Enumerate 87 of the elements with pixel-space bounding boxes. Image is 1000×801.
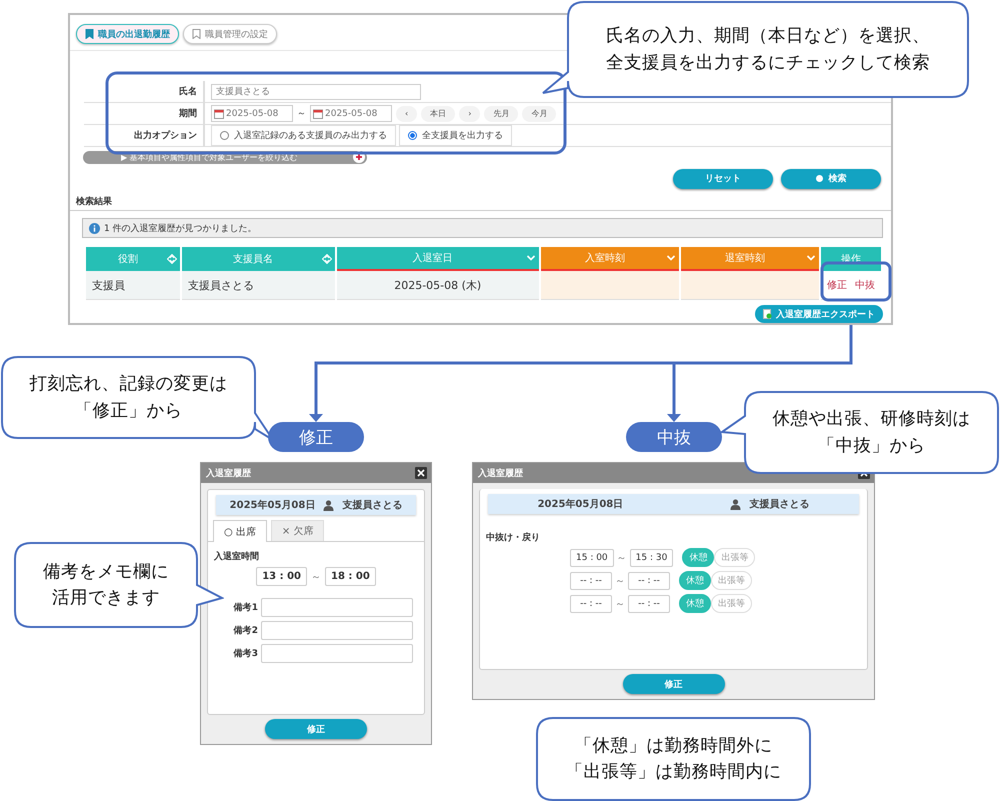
time-field[interactable]: 18 : 00 bbox=[325, 567, 376, 586]
type-toggle[interactable]: 出張等 bbox=[714, 548, 756, 567]
table-cell: 2025-05-08 (木) bbox=[336, 271, 539, 300]
close-icon[interactable] bbox=[415, 467, 427, 479]
time-field[interactable]: -- : -- bbox=[570, 572, 612, 590]
info-icon bbox=[89, 222, 100, 234]
export-button[interactable]: 入退室履歴エクスポート bbox=[755, 305, 883, 323]
form-label: 出力オプション bbox=[84, 125, 205, 146]
range-separator: ～ bbox=[615, 574, 625, 588]
chevron-down-icon bbox=[806, 254, 816, 262]
callout-text: 備考をメモ欄に 活用できます bbox=[43, 560, 169, 610]
tab[interactable]: 職員の出退勤履歴 bbox=[76, 24, 179, 44]
memo-field[interactable] bbox=[261, 621, 413, 640]
search-button[interactable]: 検索 bbox=[781, 168, 881, 189]
radio-button[interactable] bbox=[408, 131, 417, 140]
person-icon bbox=[323, 500, 334, 510]
callout-text: 「休憩」は勤務時間外に 「出張等」は勤務時間内に bbox=[566, 734, 782, 784]
user-name: 支援員さとる bbox=[749, 498, 810, 511]
callout-text: 打刻忘れ、記録の変更は 「修正」から bbox=[30, 373, 228, 422]
user-name: 支援員さとる bbox=[342, 498, 402, 512]
memo-field[interactable] bbox=[261, 598, 413, 617]
period-button[interactable]: ‹ bbox=[396, 106, 418, 122]
bookmark-icon bbox=[85, 29, 94, 39]
chevron-down-icon bbox=[666, 254, 676, 262]
tab[interactable]: × 欠席 bbox=[270, 520, 324, 541]
save-button[interactable]: 修正 bbox=[622, 674, 724, 694]
highlight-frame bbox=[820, 262, 892, 302]
callout-text: 氏名の入力、期間（本日など）を選択、 全支援員を出力するにチェックして検索 bbox=[606, 25, 930, 74]
form-label: 期間 bbox=[84, 103, 205, 124]
name-field[interactable]: 支援員さとる bbox=[211, 84, 421, 100]
period-button[interactable]: 今月 bbox=[522, 106, 556, 122]
radio-button[interactable] bbox=[220, 131, 229, 140]
result-message: 1 件の入退室履歴が見つかりました。 bbox=[104, 222, 257, 235]
memo-field[interactable] bbox=[261, 644, 413, 663]
plus-icon bbox=[353, 151, 365, 164]
person-icon bbox=[730, 498, 742, 510]
record-date: 2025年05月08日 bbox=[230, 498, 316, 512]
range-separator: ～ bbox=[615, 598, 625, 610]
time-field[interactable]: -- : -- bbox=[570, 594, 612, 612]
field-label: 備考3 bbox=[232, 647, 258, 660]
type-toggle[interactable]: 出張等 bbox=[711, 594, 752, 613]
tab[interactable]: 職員管理の設定 bbox=[183, 24, 277, 44]
step-label: 修正 bbox=[268, 422, 364, 452]
form-label: 氏名 bbox=[84, 81, 205, 102]
range-separator: ～ bbox=[616, 552, 627, 564]
table-cell: 支援員 bbox=[86, 271, 180, 300]
sort-icon bbox=[166, 254, 177, 264]
field-label: 中抜け・戻り bbox=[486, 531, 541, 544]
type-toggle[interactable]: 出張等 bbox=[711, 571, 752, 590]
action-link[interactable]: 修正 bbox=[826, 278, 847, 292]
step-label: 中抜 bbox=[626, 422, 722, 452]
action-link[interactable]: 中抜 bbox=[854, 278, 875, 292]
save-button[interactable]: 修正 bbox=[265, 719, 367, 739]
record-date: 2025年05月08日 bbox=[538, 498, 624, 511]
dialog-title: 入退室履歴 bbox=[206, 467, 251, 480]
circle-icon bbox=[816, 175, 822, 182]
date-field[interactable]: 2025-05-08 bbox=[211, 105, 293, 122]
chevron-down-icon bbox=[526, 254, 536, 262]
range-separator: ～ bbox=[311, 570, 321, 584]
time-field[interactable]: -- : -- bbox=[628, 594, 670, 612]
time-field[interactable]: 13 : 00 bbox=[256, 567, 307, 586]
period-button[interactable]: 先月 bbox=[484, 106, 518, 122]
radio-option[interactable]: 全支援員を出力する bbox=[399, 125, 512, 146]
tab[interactable]: ○ 出席 bbox=[213, 520, 267, 542]
radio-option[interactable]: 入退室記録のある支援員のみ出力する bbox=[211, 125, 396, 146]
field-label: 備考2 bbox=[232, 624, 258, 637]
period-button[interactable]: 本日 bbox=[421, 106, 456, 122]
time-field[interactable]: -- : -- bbox=[628, 572, 670, 590]
time-field[interactable]: 15 : 30 bbox=[630, 548, 674, 566]
date-field[interactable]: 2025-05-08 bbox=[310, 105, 392, 122]
column-header[interactable]: 入室時刻 bbox=[540, 247, 679, 272]
field-label: 備考1 bbox=[232, 601, 258, 614]
calendar-icon bbox=[214, 108, 224, 118]
reset-button[interactable]: リセット bbox=[673, 168, 773, 189]
column-header[interactable]: 退室時刻 bbox=[680, 247, 819, 272]
range-separator: ～ bbox=[297, 108, 306, 120]
section-title: 検索結果 bbox=[70, 194, 891, 211]
bookmark-icon bbox=[192, 29, 201, 39]
table-cell: 支援員さとる bbox=[182, 271, 335, 300]
dialog-title: 入退室履歴 bbox=[478, 467, 523, 480]
field-label: 入退室時間 bbox=[214, 550, 260, 563]
callout-text: 休憩や出張、研修時刻は 「中抜」から bbox=[772, 408, 970, 458]
document-icon bbox=[763, 309, 772, 320]
calendar-icon bbox=[313, 108, 323, 118]
time-field[interactable]: 15 : 00 bbox=[570, 548, 614, 566]
sort-icon bbox=[322, 254, 332, 264]
period-button[interactable]: › bbox=[459, 106, 480, 122]
